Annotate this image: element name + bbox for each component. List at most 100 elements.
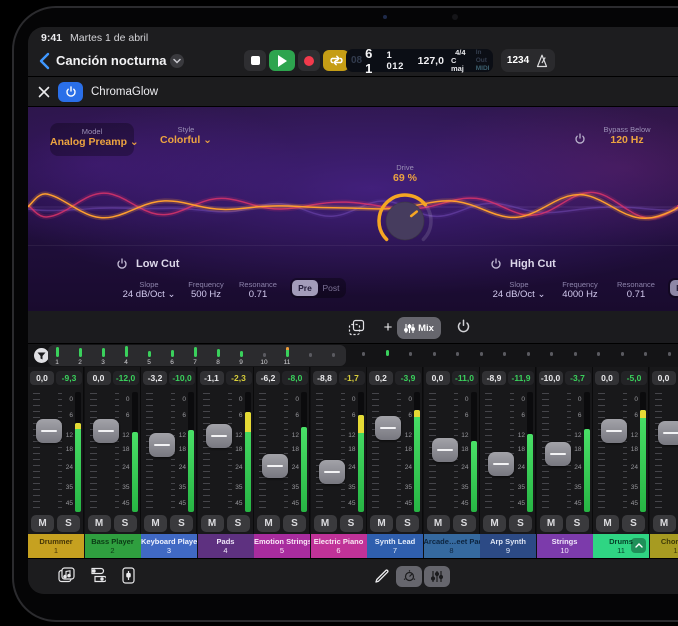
volume-fader[interactable]: [149, 433, 175, 457]
post-option[interactable]: Post: [318, 280, 344, 296]
volume-fader[interactable]: [658, 421, 678, 445]
collapse-chevron-button[interactable]: [631, 538, 646, 553]
mute-button[interactable]: M: [540, 515, 563, 532]
song-title[interactable]: Canción nocturna: [56, 53, 167, 68]
volume-value[interactable]: 0,0: [595, 371, 619, 385]
drive-knob[interactable]: [375, 191, 435, 251]
solo-button[interactable]: S: [396, 515, 419, 532]
mute-button[interactable]: M: [201, 515, 224, 532]
track-name-band[interactable]: Drummer 1: [28, 534, 84, 558]
mute-button[interactable]: M: [427, 515, 450, 532]
track-name-band[interactable]: Arp Synth 9: [480, 534, 536, 558]
solo-button[interactable]: S: [283, 515, 306, 532]
peak-value[interactable]: -10,0: [169, 371, 195, 385]
volume-value[interactable]: -10,0: [539, 371, 563, 385]
metronome-icon[interactable]: [535, 54, 549, 68]
mute-button[interactable]: M: [144, 515, 167, 532]
peak-value[interactable]: -3,7: [565, 371, 591, 385]
track-name-band[interactable]: Electric Piano 6: [311, 534, 367, 558]
high-cut-resonance[interactable]: Resonance 0.71: [610, 280, 662, 300]
volume-value[interactable]: 0,0: [30, 371, 54, 385]
volume-value[interactable]: 0,0: [426, 371, 450, 385]
volume-fader[interactable]: [488, 452, 514, 476]
volume-value[interactable]: -6,2: [256, 371, 280, 385]
mute-button[interactable]: M: [483, 515, 506, 532]
track-name-band[interactable]: Drums 11: [593, 534, 649, 558]
mute-button[interactable]: M: [314, 515, 337, 532]
play-button[interactable]: [269, 50, 295, 71]
volume-value[interactable]: -1,1: [200, 371, 224, 385]
close-plugin-button[interactable]: [38, 85, 52, 99]
volume-value[interactable]: -8,9: [482, 371, 506, 385]
plugin-power-button[interactable]: [58, 82, 83, 102]
add-plugin-button[interactable]: +: [378, 316, 398, 338]
track-name-band[interactable]: Pads 4: [198, 534, 254, 558]
mixer-power-icon[interactable]: [456, 319, 471, 334]
volume-fader[interactable]: [601, 419, 627, 443]
volume-fader[interactable]: [36, 419, 62, 443]
high-cut-power-icon[interactable]: [490, 258, 502, 270]
solo-button[interactable]: S: [170, 515, 193, 532]
mute-button[interactable]: M: [653, 515, 676, 532]
solo-button[interactable]: S: [453, 515, 476, 532]
volume-fader[interactable]: [319, 460, 345, 484]
mute-button[interactable]: M: [596, 515, 619, 532]
high-cut-frequency[interactable]: Frequency 4000 Hz: [552, 280, 608, 300]
stop-button[interactable]: [244, 50, 266, 71]
volume-fader[interactable]: [432, 438, 458, 462]
back-button[interactable]: [38, 51, 54, 71]
solo-button[interactable]: S: [114, 515, 137, 532]
low-cut-resonance[interactable]: Resonance 0.71: [232, 280, 284, 300]
peak-value[interactable]: -9,3: [56, 371, 82, 385]
volume-fader[interactable]: [262, 454, 288, 478]
overview-offscreen-tracks[interactable]: [350, 345, 678, 366]
pre-option[interactable]: Pre: [670, 280, 678, 296]
pencil-icon[interactable]: [375, 569, 389, 583]
lcd-display[interactable]: 08 6 1 1 012 127,0 4/4 C maj In Out MIDI: [346, 49, 493, 72]
track-name-band[interactable]: Keyboard Player 3: [141, 534, 197, 558]
solo-button[interactable]: S: [340, 515, 363, 532]
volume-value[interactable]: 0,0: [87, 371, 111, 385]
volume-value[interactable]: 0,2: [369, 371, 393, 385]
volume-value[interactable]: 0,0: [652, 371, 676, 385]
volume-fader[interactable]: [375, 416, 401, 440]
volume-fader[interactable]: [206, 424, 232, 448]
track-name-band[interactable]: Strings 10: [537, 534, 593, 558]
low-cut-frequency[interactable]: Frequency 500 Hz: [180, 280, 232, 300]
solo-button[interactable]: S: [57, 515, 80, 532]
solo-button[interactable]: S: [566, 515, 589, 532]
model-select[interactable]: Model Analog Preamp ⌄: [50, 123, 134, 156]
solo-button[interactable]: S: [227, 515, 250, 532]
peak-value[interactable]: -11,0: [452, 371, 478, 385]
track-name-band[interactable]: Arcade…eet Pad 8: [424, 534, 480, 558]
mute-button[interactable]: M: [88, 515, 111, 532]
overview-visible-range[interactable]: 1234567891011: [48, 345, 346, 366]
mute-button[interactable]: M: [257, 515, 280, 532]
volume-value[interactable]: -8,8: [313, 371, 337, 385]
solo-button[interactable]: S: [509, 515, 532, 532]
pre-option[interactable]: Pre: [292, 280, 318, 296]
peak-value[interactable]: -2,3: [226, 371, 252, 385]
volume-fader[interactable]: [93, 419, 119, 443]
peak-value[interactable]: -11,9: [508, 371, 534, 385]
track-name-band[interactable]: Synth Lead 7: [367, 534, 423, 558]
track-name-band[interactable]: Chorus V 12: [650, 534, 678, 558]
peak-value[interactable]: -1,7: [339, 371, 365, 385]
high-cut-slope[interactable]: Slope 24 dB/Oct ⌄: [490, 280, 548, 300]
solo-button[interactable]: S: [622, 515, 645, 532]
level-group[interactable]: Level 0.0: [656, 125, 678, 146]
peak-value[interactable]: -8,0: [282, 371, 308, 385]
track-name-band[interactable]: Bass Player 2: [85, 534, 141, 558]
peak-value[interactable]: -3,9: [395, 371, 421, 385]
mixer-faders-button[interactable]: [424, 566, 450, 587]
plugin-tiles-icon[interactable]: [90, 567, 106, 583]
track-name-band[interactable]: Emotion Strings 5: [254, 534, 310, 558]
low-cut-slope[interactable]: Slope 24 dB/Oct ⌄: [120, 280, 178, 300]
channel-strip-icon[interactable]: [122, 567, 135, 584]
mute-button[interactable]: M: [31, 515, 54, 532]
loop-browser-icon[interactable]: [58, 567, 76, 583]
style-select[interactable]: Style Colorful ⌄: [148, 125, 224, 146]
volume-value[interactable]: -3,2: [143, 371, 167, 385]
smart-controls-button[interactable]: [396, 566, 422, 587]
filter-tracks-icon[interactable]: [34, 348, 49, 363]
